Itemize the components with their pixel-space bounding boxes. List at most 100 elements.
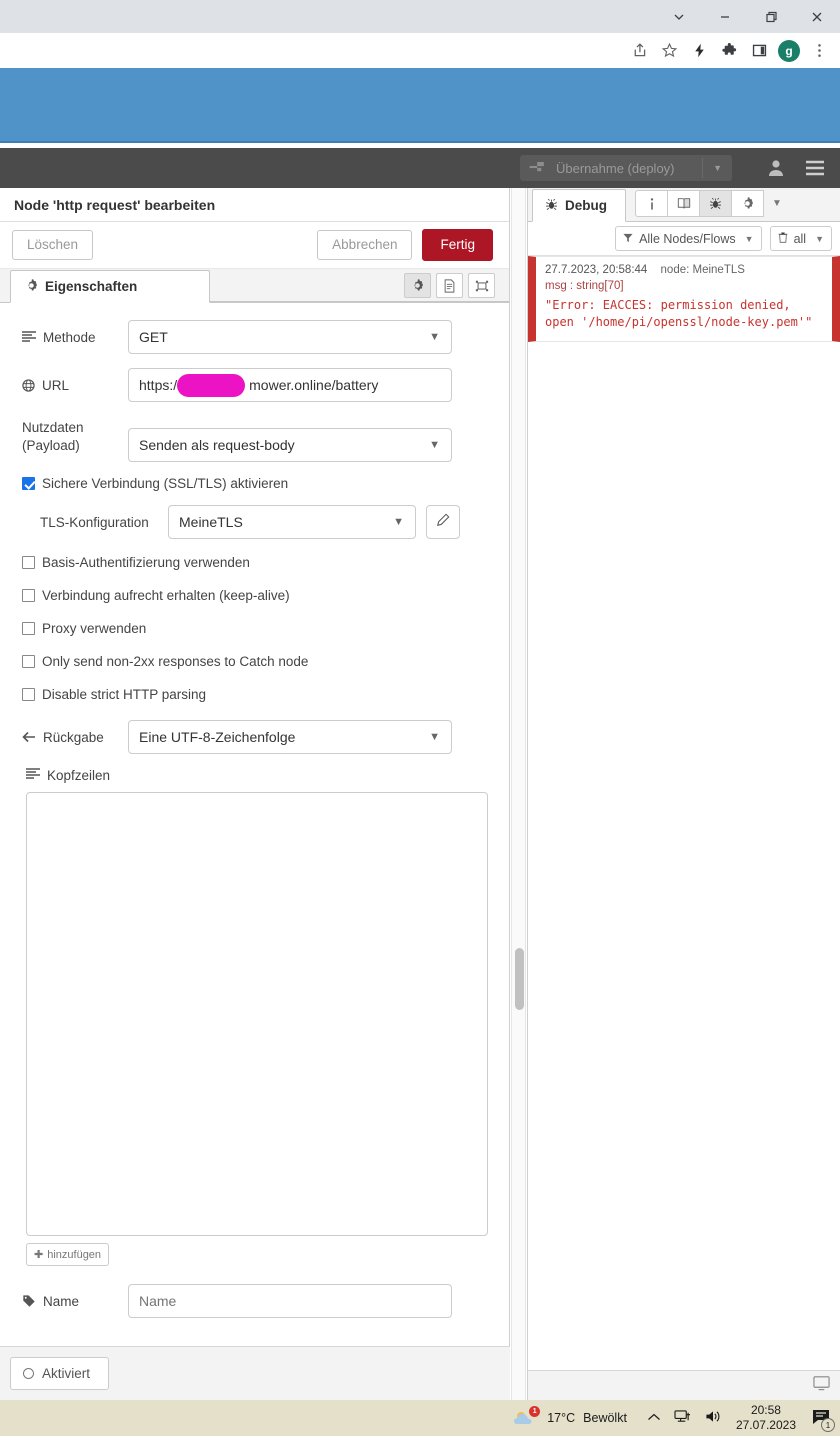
done-button[interactable]: Fertig (422, 229, 493, 261)
clear-messages-dropdown[interactable]: all ▼ (769, 226, 832, 251)
basic-auth-checkbox[interactable] (22, 556, 35, 569)
enable-toggle-button[interactable]: Aktiviert (10, 1357, 110, 1390)
extensions-icon[interactable] (714, 36, 744, 66)
headers-label: Kopfzeilen (47, 768, 111, 783)
dialog-tabs: Eigenschaften (0, 269, 509, 303)
headers-label-group: Kopfzeilen (26, 768, 488, 783)
url-label-group: URL (22, 378, 128, 393)
strict-parsing-checkbox[interactable] (22, 688, 35, 701)
nodered-header: Übernahme (deploy) ▼ (0, 148, 840, 188)
taskbar-clock[interactable]: 20:58 27.07.2023 (736, 1403, 796, 1433)
notification-center-button[interactable]: 1 (808, 1405, 835, 1432)
deploy-button[interactable]: Übernahme (deploy) ▼ (520, 155, 732, 181)
description-icon[interactable] (436, 273, 463, 298)
appearance-icon[interactable] (468, 273, 495, 298)
method-select[interactable]: GET ▼ (128, 320, 452, 354)
headers-list-container[interactable] (26, 792, 488, 1236)
side-panel-icon[interactable] (744, 36, 774, 66)
keepalive-label: Verbindung aufrecht erhalten (keep-alive… (42, 588, 290, 603)
chevron-down-icon: ▼ (815, 233, 824, 244)
share-icon[interactable] (624, 36, 654, 66)
windows-taskbar: 1 17°C Bewölkt 20:58 27.07.2023 1 (0, 1400, 840, 1436)
tab-debug[interactable]: Debug (532, 189, 626, 222)
plus-icon: ✚ (34, 1249, 44, 1261)
restore-icon[interactable] (748, 0, 794, 33)
editor-scrollbar[interactable] (511, 188, 526, 1400)
weather-condition: Bewölkt (583, 1411, 627, 1425)
debug-message-item[interactable]: 27.7.2023, 20:58:44 node: MeineTLS msg :… (528, 256, 840, 342)
keepalive-checkbox[interactable] (22, 589, 35, 602)
deploy-caret-icon[interactable]: ▼ (702, 158, 728, 178)
non2xx-checkbox[interactable] (22, 655, 35, 668)
node-edit-dialog: Node 'http request' bearbeiten Löschen A… (0, 188, 510, 1400)
gear-icon (25, 278, 38, 295)
keepalive-row[interactable]: Verbindung aufrecht erhalten (keep-alive… (22, 588, 488, 603)
filter-nodes-dropdown[interactable]: Alle Nodes/Flows ▼ (615, 226, 762, 251)
weather-temperature: 17°C (547, 1411, 576, 1425)
sidebar-header-buttons: ▼ (635, 190, 790, 217)
lightning-icon[interactable] (684, 36, 714, 66)
chevron-down-icon: ▼ (429, 731, 440, 743)
add-header-button[interactable]: ✚ hinzufügen (26, 1243, 110, 1266)
payload-label-line1: Nutzdaten (22, 420, 84, 435)
bug-icon[interactable] (699, 190, 732, 217)
debug-message-meta: 27.7.2023, 20:58:44 node: MeineTLS (545, 264, 824, 276)
method-label: Methode (43, 329, 96, 345)
redaction-overlay (177, 374, 245, 397)
gear-icon[interactable] (731, 190, 764, 217)
screen: g Übernahme (deploy) ▼ Node 'http reques… (0, 0, 840, 1436)
tab-properties[interactable]: Eigenschaften (10, 270, 210, 303)
filter-icon (623, 232, 633, 246)
tls-config-label: TLS-Konfiguration (40, 514, 149, 530)
non2xx-label: Only send non-2xx responses to Catch nod… (42, 654, 309, 669)
delete-button[interactable]: Löschen (12, 230, 94, 260)
proxy-row[interactable]: Proxy verwenden (22, 621, 488, 636)
deploy-label: Übernahme (deploy) (556, 160, 675, 176)
strict-parsing-label: Disable strict HTTP parsing (42, 687, 207, 702)
chevron-down-icon: ▼ (393, 516, 404, 528)
weather-widget[interactable]: 1 17°C Bewölkt (513, 1406, 627, 1428)
chevron-up-icon[interactable] (647, 1411, 661, 1425)
help-book-icon[interactable] (667, 190, 700, 217)
payload-select[interactable]: Senden als request-body ▼ (128, 428, 452, 462)
avatar[interactable]: g (774, 36, 804, 66)
tls-config-value: MeineTLS (179, 514, 243, 530)
ssl-checkbox[interactable] (22, 477, 35, 490)
payload-label-group: Nutzdaten (Payload) (22, 416, 128, 455)
proxy-checkbox[interactable] (22, 622, 35, 635)
name-input[interactable] (128, 1284, 452, 1318)
url-label: URL (42, 377, 70, 393)
browser-toolbar: g (0, 33, 840, 68)
sidebar-menu-caret-icon[interactable]: ▼ (764, 198, 790, 209)
basic-auth-row[interactable]: Basis-Authentifizierung verwenden (22, 555, 488, 570)
minimize-icon[interactable] (702, 0, 748, 33)
chevron-down-icon[interactable] (656, 0, 702, 33)
dialog-title: Node 'http request' bearbeiten (0, 188, 509, 222)
clear-label: all (793, 231, 807, 246)
star-icon[interactable] (654, 36, 684, 66)
close-icon[interactable] (794, 0, 840, 33)
strict-parsing-row[interactable]: Disable strict HTTP parsing (22, 687, 488, 702)
volume-icon[interactable] (704, 1409, 722, 1427)
network-icon[interactable] (674, 1409, 691, 1427)
ssl-checkbox-row[interactable]: Sichere Verbindung (SSL/TLS) aktivieren (22, 476, 488, 491)
tls-config-select[interactable]: MeineTLS ▼ (168, 505, 416, 539)
return-select[interactable]: Eine UTF-8-Zeichenfolge ▼ (128, 720, 452, 754)
non2xx-row[interactable]: Only send non-2xx responses to Catch nod… (22, 654, 488, 669)
info-icon[interactable] (635, 190, 668, 217)
chevron-down-icon: ▼ (429, 439, 440, 451)
edit-tls-config-button[interactable] (426, 505, 460, 539)
browser-menu-icon[interactable] (804, 36, 834, 66)
tab-properties-label: Eigenschaften (45, 279, 138, 294)
deploy-icon (528, 160, 548, 177)
monitor-icon[interactable] (813, 1375, 830, 1396)
user-icon[interactable] (766, 158, 786, 178)
cancel-button[interactable]: Abbrechen (317, 230, 413, 260)
gear-icon[interactable] (404, 273, 431, 298)
scrollbar-thumb[interactable] (515, 948, 524, 1010)
field-return: Rückgabe Eine UTF-8-Zeichenfolge ▼ (22, 720, 488, 754)
hamburger-menu-icon[interactable] (804, 159, 826, 177)
debug-footer (528, 1370, 840, 1400)
url-input[interactable]: https:/ mower.online/battery (128, 368, 452, 402)
list-icon (26, 768, 40, 783)
